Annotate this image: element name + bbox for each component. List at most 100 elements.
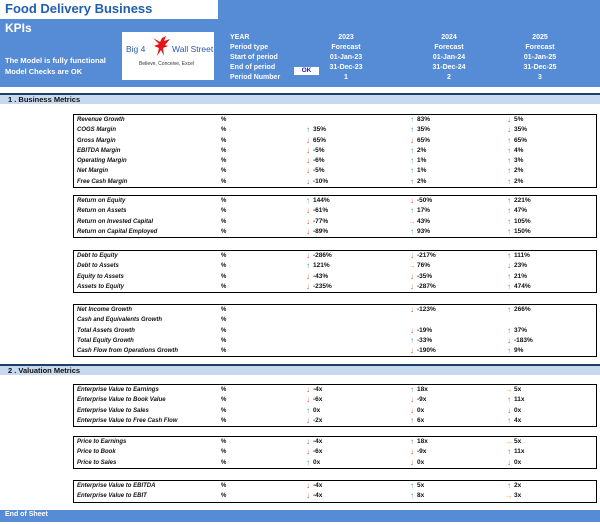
arrow-up-icon: ↑ [410, 156, 414, 166]
arrow-down-icon: ↓ [306, 226, 310, 236]
arrow-up-icon: ↑ [507, 226, 511, 236]
metric-value: ↓ -123% [408, 305, 436, 315]
period-2-type: Forecast [434, 44, 464, 51]
metric-unit: % [221, 348, 227, 355]
metric-value-text: 5x [417, 482, 425, 489]
table-row: Free Cash Margin% ↓ -10% ↑ 2% ↑ 2% [74, 177, 596, 187]
metric-label: Enterprise Value to Earnings [77, 387, 159, 393]
metric-value-text: 8x [417, 492, 425, 500]
metric-value: ↑ 5x [408, 481, 424, 491]
arrow-down-icon: ↓ [410, 395, 414, 405]
title-row: Food Delivery Business [0, 0, 600, 19]
arrow-down-icon: ↓ [410, 135, 414, 145]
arrow-down-icon: ↓ [306, 251, 310, 260]
metric-value: →5x [505, 437, 521, 447]
arrow-right-icon: → [408, 261, 416, 271]
metric-value: ↓ 65% [408, 136, 430, 146]
metric-value: ↑ 105% [505, 217, 531, 227]
period-3-end: 31-Dec-25 [523, 64, 557, 71]
metric-value-text: 43% [417, 217, 431, 225]
period-1-type: Forecast [331, 44, 361, 51]
section-header: 2 . Valuation Metrics [0, 364, 600, 375]
table-row: Enterprise Value to Sales% ↑ 0x ↓ 0x ↓ 0x [74, 406, 596, 416]
metric-value-text: 5% [514, 116, 524, 123]
arrow-down-icon: ↓ [410, 305, 414, 314]
metric-value: ↓ -50% [408, 196, 432, 206]
metric-value-text: 35% [313, 126, 327, 134]
metric-unit: % [221, 387, 227, 393]
metric-value: ↓ -5% [304, 166, 325, 176]
table-row: Gross Margin% ↓ 65% ↓ 65% ↑ 65% [74, 136, 596, 146]
metric-value-text: 121% [313, 262, 330, 270]
metric-value: ↑ 4x [505, 416, 521, 426]
page-title: Food Delivery Business [5, 1, 153, 16]
metric-value: ↓ -4x [304, 385, 322, 395]
metric-label: Enterprise Value to Book Value [77, 397, 166, 404]
metric-label: Assets to Equity [77, 283, 125, 290]
arrow-down-icon: ↓ [306, 481, 310, 490]
metric-value: ↓ -9x [408, 395, 426, 405]
arrow-up-icon: ↑ [410, 166, 414, 176]
metric-unit: % [221, 317, 227, 324]
metric-value: ↑ -33% [408, 336, 432, 346]
metric-value-text: -217% [417, 252, 436, 259]
metric-label: Gross Margin [77, 137, 116, 144]
table-row: Return on Equity% ↑ 144% ↓ -50% ↑ 221% [74, 196, 596, 206]
metric-value-text: 150% [514, 227, 531, 235]
metric-group: Net Income Growth% ↓ -123% ↑ 266% Cash and Eq… [73, 304, 597, 358]
table-row: Return on Invested Capital% ↓ -77% →43% ↑ 105… [74, 217, 596, 227]
arrow-up-icon: ↑ [507, 305, 511, 314]
metric-value: ↑ 474% [505, 282, 531, 292]
arrow-up-icon: ↑ [507, 251, 511, 260]
metric-label: Free Cash Margin [77, 178, 128, 185]
period-3-type: Forecast [525, 44, 555, 51]
metric-value-text: -10% [313, 177, 329, 185]
metric-unit: % [221, 273, 227, 280]
metric-value: ↓ -6x [304, 447, 322, 457]
metric-unit: % [221, 439, 227, 445]
metric-value: ↑ 2% [505, 177, 523, 187]
metric-label: Price to Earnings [77, 439, 127, 445]
arrow-up-icon: ↑ [507, 415, 511, 425]
metric-value: ↓ -4x [304, 437, 322, 447]
metric-value-text: 65% [514, 136, 528, 144]
metric-label: Net Income Growth [77, 307, 133, 313]
arrow-up-icon: ↑ [507, 145, 511, 155]
header-panel: KPIs The Model is fully functional Model… [0, 19, 600, 87]
metric-label: Price to Book [77, 449, 116, 456]
metric-value: ↓ -235% [304, 282, 332, 292]
metric-unit: % [221, 493, 227, 500]
metric-value-text: 3% [514, 157, 524, 165]
metric-label: Return on Invested Capital [77, 218, 154, 225]
metric-value: ↑ 4% [505, 146, 523, 156]
metric-unit: % [221, 158, 227, 165]
metric-value-text: 83% [417, 116, 431, 123]
metric-label: EBITDA Margin [77, 147, 121, 154]
metric-value-text: 5x [514, 438, 522, 445]
metric-value: ↓ -183% [505, 336, 533, 346]
metric-value: ↑ 35% [408, 125, 430, 135]
metric-label: Return on Capital Employed [77, 228, 158, 235]
arrow-up-icon: ↑ [507, 346, 511, 356]
period-3-start: 01-Jan-25 [523, 54, 557, 61]
arrow-right-icon: → [408, 216, 416, 226]
table-row: Total Equity Growth% ↑ -33% ↓ -183% [74, 336, 596, 346]
metric-value: ↑ 2% [408, 177, 426, 187]
metric-value: →76% [408, 261, 430, 271]
arrow-down-icon: ↓ [306, 216, 310, 226]
metric-unit: % [221, 127, 227, 134]
arrow-right-icon: → [505, 437, 513, 446]
header-label-period-number: Period Number [230, 74, 281, 81]
table-row: Equity to Assets% ↓ -43% ↓ -35% ↑ 21% [74, 272, 596, 282]
metric-unit: % [221, 178, 227, 185]
metric-value: ↓ 0x [408, 406, 424, 416]
arrow-up-icon: ↑ [507, 447, 511, 457]
eagle-icon [152, 36, 172, 63]
metric-value: ↑ 65% [505, 136, 527, 146]
arrow-up-icon: ↑ [507, 206, 511, 216]
table-row: Return on Assets% ↓ -61% ↑ 17% ↑ 47% [74, 206, 596, 216]
table-row: Enterprise Value to Earnings% ↓ -4x ↑ 18x →5x [74, 385, 596, 395]
metric-unit: % [221, 168, 227, 175]
arrow-down-icon: ↓ [507, 405, 511, 415]
metric-value: ↓ -217% [408, 251, 436, 261]
